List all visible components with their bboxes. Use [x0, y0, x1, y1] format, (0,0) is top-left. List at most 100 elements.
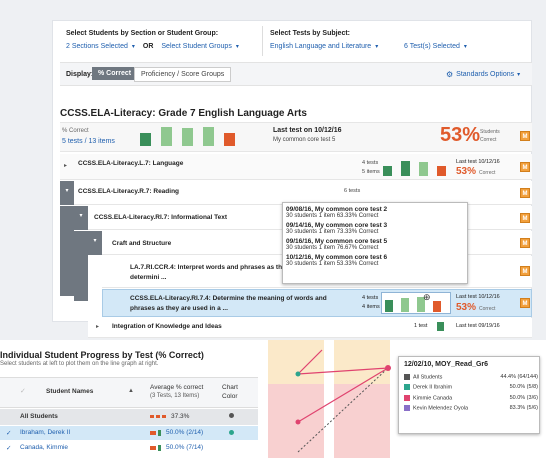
proficiency-button[interactable]: Proficiency / Score Groups [134, 67, 232, 82]
tooltip-title: 09/08/16, My common core test 2 [286, 206, 388, 213]
summary-bar [224, 133, 235, 146]
row-count: 4 items [362, 304, 380, 310]
standards-options-link[interactable]: Standards Options [456, 71, 514, 78]
data-point[interactable] [295, 419, 301, 425]
legend-title: 12/02/10, MOY_Read_Gr6 [404, 361, 489, 368]
zoom-icon[interactable]: ⊕ [423, 292, 431, 303]
mastery-badge: M [520, 131, 530, 141]
student-name[interactable]: All Students [20, 413, 58, 420]
gear-icon: ⚙ [446, 70, 454, 79]
tests-selected-row: 6 Test(s) Selected ▾ [404, 43, 467, 50]
row-name[interactable]: CCSS.ELA-Literacy.R.7: Reading [78, 188, 179, 195]
row-name[interactable]: CCSS.ELA-Literacy.RI.7.4: Determine the … [130, 295, 327, 302]
collapse-arrow-icon[interactable]: ▾ [60, 181, 74, 205]
display-label: Display: [66, 71, 94, 78]
collapse-arrow-icon[interactable]: ▾ [74, 206, 88, 230]
avg-cell: 37.3% [150, 413, 189, 420]
row-name[interactable]: Integration of Knowledge and Ideas [112, 323, 222, 330]
col-student-names[interactable]: Student Names [46, 388, 93, 395]
row-count: 4 tests [362, 295, 379, 301]
check-icon[interactable]: ✓ [6, 429, 11, 437]
row-bar [419, 162, 428, 176]
standards-options-row: ⚙ Standards Options ▾ [446, 70, 520, 79]
data-point[interactable] [295, 371, 301, 377]
last-test: Last test 10/12/16 [456, 159, 500, 165]
legend-value: 83.3% (5/6) [509, 405, 538, 412]
tests-items-link[interactable]: 5 tests / 13 items [62, 138, 115, 145]
row-count: 5 items [362, 169, 380, 175]
row-count: 6 tests [344, 188, 361, 194]
avg-cell: 50.0% (2/14) [150, 429, 203, 436]
tooltip-detail: 30 students 1 item 63.33% Correct [286, 213, 379, 219]
row-name[interactable]: CCSS.ELA-Literacy.RI.7: Informational Te… [94, 214, 227, 221]
last-test-name: My common core test 5 [273, 137, 336, 143]
last-test-label: Last test on 10/12/16 [273, 127, 342, 134]
tests-dropdown[interactable]: 6 Test(s) Selected [404, 43, 460, 50]
legend-name: All Students [413, 374, 443, 381]
avg-bar [150, 445, 156, 450]
summary-bar [203, 127, 214, 146]
col-average[interactable]: Average % correct [150, 384, 203, 391]
mastery-badge: M [520, 213, 530, 223]
col-chart: Chart [222, 384, 238, 391]
legend-items: All Students 44.4% (64/144) Derek II Ibr… [404, 374, 538, 412]
summary-bar [182, 128, 193, 146]
student-name[interactable]: Ibraham, Derek II [20, 429, 70, 436]
row-bar [383, 166, 392, 176]
tooltip-title: 10/12/16, My common core test 6 [286, 254, 388, 261]
subject-dropdown[interactable]: English Language and Literature [270, 43, 371, 50]
legend-value: 44.4% (64/144) [500, 374, 538, 380]
avg-bar [156, 415, 160, 418]
avg-value: 37.3% [171, 413, 190, 420]
legend-name: Derek II Ibrahim [413, 384, 453, 391]
row-bars [383, 158, 446, 176]
summary-bar [161, 127, 172, 146]
legend-swatch [404, 374, 410, 380]
row-bar [385, 300, 393, 312]
row-bar [437, 322, 444, 331]
tooltip-title: 09/14/16, My common core test 3 [286, 222, 388, 229]
mastery-badge: M [520, 238, 530, 248]
data-point[interactable] [385, 365, 391, 371]
chevron-down-icon: ▾ [235, 44, 239, 50]
sections-dropdown[interactable]: 2 Sections Selected [66, 43, 128, 50]
tooltip-detail: 30 students 1 item 76.67% Correct [286, 245, 379, 251]
tooltip-detail: 30 students 1 item 73.33% Correct [286, 229, 379, 235]
legend-swatch [404, 384, 410, 391]
chart-band [268, 340, 324, 384]
pct-label: % Correct [62, 128, 89, 134]
expand-arrow-icon[interactable]: ▸ [64, 162, 67, 169]
row-bar [437, 166, 446, 176]
legend-swatch [404, 405, 410, 412]
row-name[interactable]: Craft and Structure [112, 240, 171, 247]
last-test: Last test 10/12/16 [456, 294, 500, 300]
collapse-arrow-icon[interactable]: ▾ [88, 231, 102, 255]
legend-name: Kimmie Canada [413, 395, 453, 402]
student-groups-dropdown[interactable]: Select Student Groups [161, 43, 231, 50]
page-title: CCSS.ELA-Literacy: Grade 7 English Langu… [60, 108, 307, 119]
row-percent: 53% [456, 166, 477, 177]
row-bar [433, 301, 441, 312]
row-name[interactable]: CCSS.ELA-Literacy.L.7: Language [78, 160, 183, 167]
col-average-sub: (3 Tests, 13 Items) [150, 393, 200, 399]
legend-item: All Students 44.4% (64/144) [404, 374, 538, 380]
tooltip-entries: 09/08/16, My common core test 2 30 stude… [286, 206, 387, 267]
avg-bar [158, 444, 161, 451]
check-icon[interactable]: ✓ [6, 444, 11, 452]
pct-correct-button[interactable]: % Correct [92, 67, 138, 80]
student-name[interactable]: Canada, Kimmie [20, 444, 68, 451]
last-test: Last test 09/19/16 [456, 323, 500, 329]
row-bar [401, 298, 409, 312]
chevron-down-icon: ▾ [375, 44, 379, 50]
expand-arrow-icon[interactable]: ▸ [96, 323, 99, 330]
row-name[interactable]: LA.7.RI.CCR.4: Interpret words and phras… [130, 264, 282, 271]
row-bars [385, 294, 441, 312]
students-label: Students [480, 129, 500, 135]
legend-name: Kevin Melendez Oyola [413, 405, 469, 412]
correct-label: Correct [479, 306, 496, 312]
check-icon[interactable]: ✓ [20, 387, 26, 395]
mastery-badge: M [520, 162, 530, 172]
subject-filter-row: English Language and Literature ▾ [270, 43, 378, 50]
summary-percent: 53% [440, 124, 481, 146]
sort-icon[interactable]: ▲ [128, 388, 134, 394]
